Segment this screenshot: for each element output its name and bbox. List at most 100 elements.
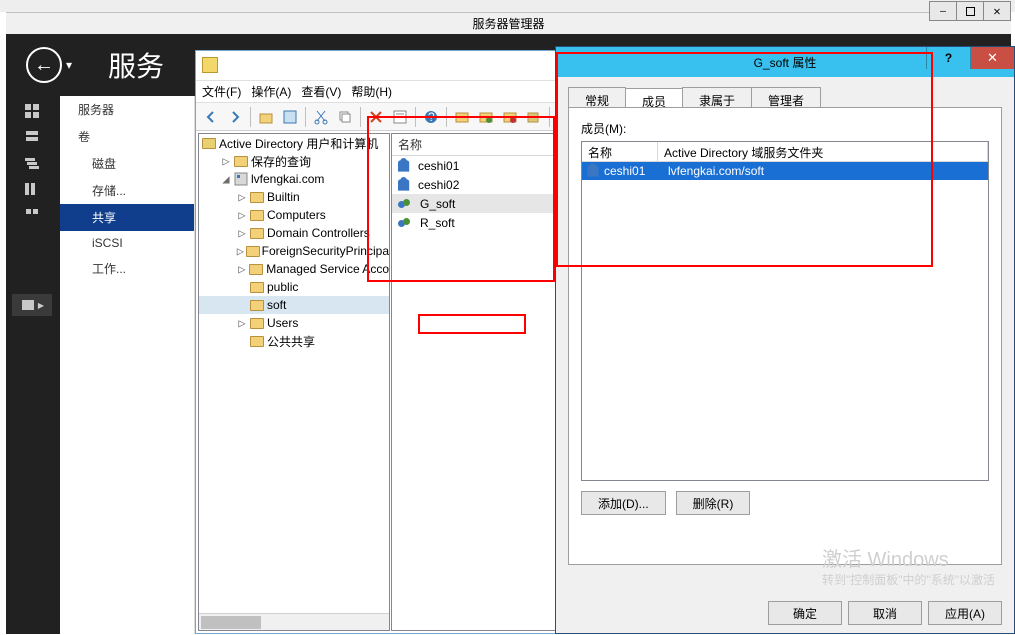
expand-icon[interactable]: ▷ bbox=[219, 154, 233, 168]
up-folder-icon[interactable] bbox=[255, 106, 277, 128]
storage-icon[interactable]: ▶ bbox=[12, 294, 52, 316]
back-arrow-icon[interactable] bbox=[200, 106, 222, 128]
server-icon[interactable] bbox=[12, 126, 52, 148]
dialog-help-button[interactable]: ? bbox=[926, 47, 970, 69]
tree-label: 保存的查询 bbox=[251, 153, 311, 170]
action-icon-1[interactable] bbox=[451, 106, 473, 128]
menu-文件(F)[interactable]: 文件(F) bbox=[202, 83, 241, 100]
expand-icon[interactable]: ▷ bbox=[235, 316, 249, 330]
sidebar-item-5[interactable]: iSCSI bbox=[60, 231, 194, 255]
minimize-button[interactable] bbox=[929, 1, 957, 21]
expand-icon[interactable]: ◢ bbox=[219, 172, 233, 186]
properties-icon[interactable] bbox=[279, 106, 301, 128]
list-item-name: G_soft bbox=[420, 197, 455, 211]
back-dropdown[interactable]: ▾ bbox=[66, 58, 72, 72]
menu-操作(A)[interactable]: 操作(A) bbox=[251, 83, 291, 100]
sidebar-item-1[interactable]: 卷 bbox=[60, 123, 194, 150]
sidebar-item-4[interactable]: 共享 bbox=[60, 204, 194, 231]
remove-button[interactable]: 删除(R) bbox=[676, 491, 751, 515]
tree-item[interactable]: ▷ Computers bbox=[199, 206, 389, 224]
member-row[interactable]: ceshi01 lvfengkai.com/soft bbox=[582, 162, 988, 180]
svg-text:?: ? bbox=[428, 110, 435, 124]
person-icon bbox=[398, 160, 409, 171]
feature-icon[interactable] bbox=[12, 178, 52, 200]
member-path: lvfengkai.com/soft bbox=[668, 164, 764, 178]
action-icon-2[interactable] bbox=[475, 106, 497, 128]
tree-label: Computers bbox=[267, 208, 326, 222]
tree-item[interactable]: ▷ ForeignSecurityPrincipa bbox=[199, 242, 389, 260]
folder-icon bbox=[249, 298, 265, 312]
folder-icon bbox=[249, 262, 265, 276]
properties-dialog: G_soft 属性 ? ✕ 常规成员隶属于管理者 成员(M): 名称 Activ… bbox=[555, 46, 1015, 634]
forward-arrow-icon[interactable] bbox=[224, 106, 246, 128]
menu-查看(V)[interactable]: 查看(V) bbox=[301, 83, 341, 100]
tree-item[interactable]: 公共共享 bbox=[199, 332, 389, 350]
menu-帮助(H)[interactable]: 帮助(H) bbox=[351, 83, 392, 100]
tree-pane: Active Directory 用户和计算机 ▷ 保存的查询◢lvfengkai.… bbox=[198, 133, 390, 631]
list-item-name: R_soft bbox=[420, 216, 455, 230]
expand-icon[interactable]: ▷ bbox=[235, 190, 249, 204]
tree-item[interactable]: ◢lvfengkai.com bbox=[199, 170, 389, 188]
ok-button[interactable]: 确定 bbox=[768, 601, 842, 625]
member-col-folder[interactable]: Active Directory 域服务文件夹 bbox=[658, 142, 988, 161]
cut-icon[interactable] bbox=[310, 106, 332, 128]
maximize-button[interactable] bbox=[956, 1, 984, 21]
action-icon-4[interactable] bbox=[523, 106, 545, 128]
tree-label: public bbox=[267, 280, 298, 294]
tree-root[interactable]: Active Directory 用户和计算机 bbox=[219, 135, 378, 152]
folder-icon bbox=[233, 172, 249, 186]
main-title-bar: 服务器管理器 bbox=[6, 12, 1011, 34]
props-icon[interactable] bbox=[389, 106, 411, 128]
member-col-name[interactable]: 名称 bbox=[582, 142, 658, 161]
list-item-name: ceshi02 bbox=[418, 178, 459, 192]
folder-icon bbox=[249, 280, 265, 294]
tree-label: soft bbox=[267, 298, 286, 312]
folder-icon bbox=[249, 226, 265, 240]
tree-item[interactable]: ▷ Managed Service Acco bbox=[199, 260, 389, 278]
apply-button[interactable]: 应用(A) bbox=[928, 601, 1002, 625]
tree-item[interactable]: ▷Domain Controllers bbox=[199, 224, 389, 242]
tree-item[interactable]: ▷ Builtin bbox=[199, 188, 389, 206]
person-icon bbox=[586, 164, 600, 178]
sidebar-item-6[interactable]: 工作... bbox=[60, 255, 194, 282]
folder-icon bbox=[246, 244, 260, 258]
add-button[interactable]: 添加(D)... bbox=[581, 491, 666, 515]
expand-icon[interactable]: ▷ bbox=[235, 226, 249, 240]
folder-icon bbox=[249, 316, 265, 330]
tree-item[interactable]: ▷ 保存的查询 bbox=[199, 152, 389, 170]
sidebar-item-3[interactable]: 存储... bbox=[60, 177, 194, 204]
tree-item[interactable]: soft bbox=[199, 296, 389, 314]
member-list[interactable]: 名称 Active Directory 域服务文件夹 ceshi01 lvfen… bbox=[581, 141, 989, 481]
help-icon[interactable]: ? bbox=[420, 106, 442, 128]
delete-icon[interactable] bbox=[365, 106, 387, 128]
tree-item[interactable]: ▷Users bbox=[199, 314, 389, 332]
nav-title: 服务 bbox=[108, 45, 164, 85]
sidebar-menu: 服务器卷磁盘存储...共享iSCSI工作... bbox=[60, 96, 195, 634]
expand-icon[interactable]: ▷ bbox=[235, 244, 246, 258]
action-icon-3[interactable] bbox=[499, 106, 521, 128]
sidebar-item-2[interactable]: 磁盘 bbox=[60, 150, 194, 177]
copy-icon[interactable] bbox=[334, 106, 356, 128]
tree-item[interactable]: public bbox=[199, 278, 389, 296]
dashboard-icon[interactable] bbox=[12, 100, 52, 122]
main-title: 服务器管理器 bbox=[472, 15, 544, 32]
tree-label: Builtin bbox=[267, 190, 300, 204]
dialog-close-button[interactable]: ✕ bbox=[970, 47, 1014, 69]
sidebar-item-0[interactable]: 服务器 bbox=[60, 96, 194, 123]
expand-icon[interactable]: ▷ bbox=[235, 262, 249, 276]
tree-label: 公共共享 bbox=[267, 333, 315, 350]
tree-horizontal-scrollbar[interactable] bbox=[199, 613, 389, 630]
folder-icon bbox=[249, 334, 265, 348]
expand-icon[interactable]: ▷ bbox=[235, 208, 249, 222]
members-label: 成员(M): bbox=[581, 120, 989, 137]
feature-icon-2[interactable] bbox=[12, 204, 52, 226]
close-button[interactable] bbox=[983, 1, 1011, 21]
cancel-button[interactable]: 取消 bbox=[848, 601, 922, 625]
back-button[interactable] bbox=[26, 47, 62, 83]
person-icon bbox=[398, 179, 409, 190]
all-servers-icon[interactable] bbox=[12, 152, 52, 174]
window-icon bbox=[202, 57, 218, 73]
left-icon-sidebar: ▶ bbox=[6, 96, 60, 634]
tree-label: Managed Service Acco bbox=[266, 262, 389, 276]
tree-label: ForeignSecurityPrincipa bbox=[262, 244, 389, 258]
